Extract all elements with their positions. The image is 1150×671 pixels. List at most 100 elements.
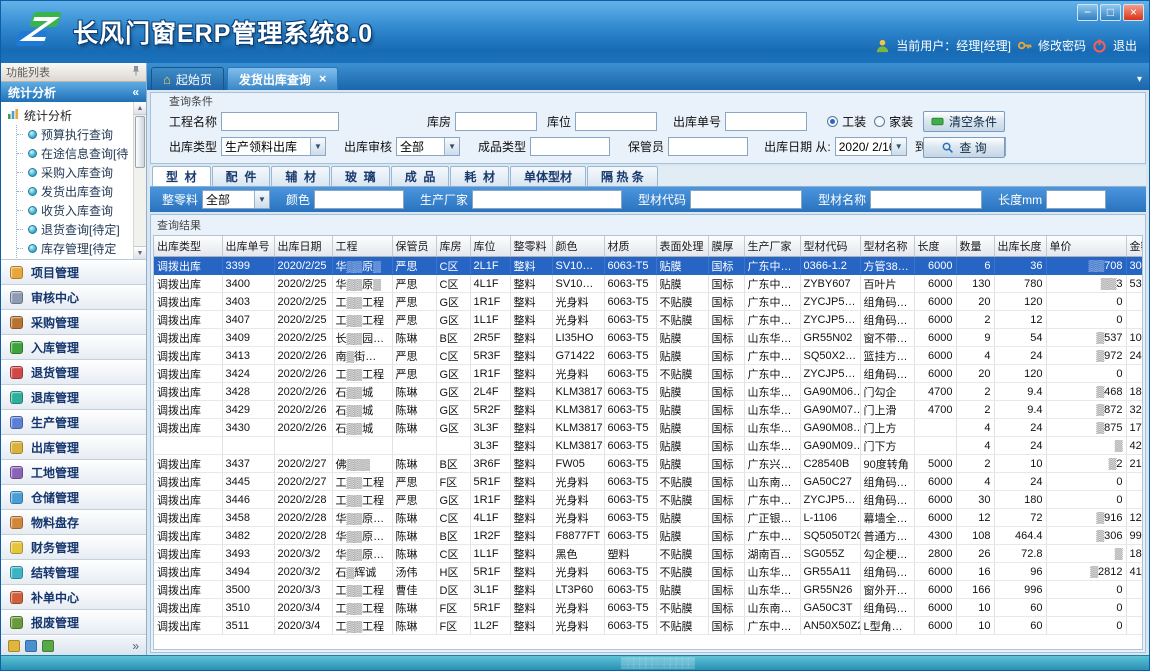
sidebar-item[interactable]: 审核中心 bbox=[1, 285, 146, 310]
tree-item[interactable]: 库存管理[待定 bbox=[17, 239, 131, 258]
order-no-input[interactable] bbox=[725, 112, 807, 131]
location-input[interactable] bbox=[575, 112, 657, 131]
table-row[interactable]: 调拨出库34932020/3/2华▒▒原…陈琳C区1L1F整料黑色塑料不贴膜国标… bbox=[154, 545, 1143, 563]
table-row[interactable]: 调拨出库34372020/2/27佛▒▒▒陈琳B区3R6F整料FW056063-… bbox=[154, 455, 1143, 473]
chart-icon[interactable] bbox=[8, 640, 20, 652]
column-header[interactable]: 工程 bbox=[332, 236, 392, 257]
results-table-scroll[interactable]: 出库类型出库单号出库日期工程保管员库房库位整零料颜色材质表面处理膜厚生产厂家型材… bbox=[153, 235, 1143, 650]
sidebar-item[interactable]: 补单中心 bbox=[1, 585, 146, 610]
material-tab[interactable]: 辅 材 bbox=[271, 166, 330, 186]
material-tab[interactable]: 型 材 bbox=[152, 166, 211, 186]
column-header[interactable]: 出库长度 bbox=[994, 236, 1046, 257]
sidebar-item[interactable]: 仓储管理 bbox=[1, 485, 146, 510]
tree-item[interactable]: 收货入库查询 bbox=[17, 201, 131, 220]
minimize-button[interactable]: − bbox=[1077, 4, 1098, 21]
sidebar-item[interactable]: 物料盘存 bbox=[1, 510, 146, 535]
table-row[interactable]: 调拨出库35002020/3/3工▒▒工程曹佳D区3L1F整料LT3P60606… bbox=[154, 581, 1143, 599]
monitor-icon[interactable] bbox=[25, 640, 37, 652]
change-password-link[interactable]: 修改密码 bbox=[1038, 37, 1086, 54]
chevron-down-icon[interactable]: ▼ bbox=[310, 138, 325, 155]
column-header[interactable]: 生产厂家 bbox=[744, 236, 800, 257]
table-row[interactable]: 调拨出库35112020/3/4工▒▒工程陈琳F区1L2F整料光身料6063-T… bbox=[154, 617, 1143, 635]
table-row[interactable]: 调拨出库34942020/3/2石▒辉诚汤伟H区5R1F整料光身料6063-T5… bbox=[154, 563, 1143, 581]
column-header[interactable]: 出库类型 bbox=[154, 236, 222, 257]
tree-item[interactable]: 退货查询[待定] bbox=[17, 220, 131, 239]
column-header[interactable]: 材质 bbox=[604, 236, 656, 257]
scroll-down-icon[interactable]: ▼ bbox=[134, 246, 146, 259]
material-tab[interactable]: 隔 热 条 bbox=[587, 166, 658, 186]
column-header[interactable]: 金额 bbox=[1126, 236, 1143, 257]
collapse-icon[interactable]: « bbox=[132, 85, 139, 99]
out-type-combo[interactable]: 生产领料出库 ▼ bbox=[221, 137, 326, 156]
tree-item[interactable]: 预算执行查询 bbox=[17, 125, 131, 144]
sidebar-item[interactable]: 生产管理 bbox=[1, 410, 146, 435]
material-tab[interactable]: 耗 材 bbox=[450, 166, 509, 186]
sidebar-section-statistics[interactable]: 统计分析 « bbox=[1, 82, 146, 102]
tree-root[interactable]: 统计分析 bbox=[7, 105, 131, 125]
table-row[interactable]: 调拨出库34002020/2/25华▒▒原▒严思C区4L1F整料SV10…606… bbox=[154, 275, 1143, 293]
table-row[interactable]: 调拨出库34132020/2/26南▒街…严思C区5R3F整料G71422606… bbox=[154, 347, 1143, 365]
tab-close-icon[interactable]: × bbox=[319, 74, 327, 84]
table-row[interactable]: 调拨出库34282020/2/26石▒▒城陈琳G区2L4F整料KLM381760… bbox=[154, 383, 1143, 401]
column-header[interactable]: 型材名称 bbox=[860, 236, 914, 257]
sidebar-item[interactable]: 退货管理 bbox=[1, 360, 146, 385]
table-row[interactable]: 3L3F整料KLM38176063-T5贴膜国标山东华…GA90M09…门下方4… bbox=[154, 437, 1143, 455]
clear-conditions-button[interactable]: 清空条件 bbox=[923, 111, 1005, 132]
sidebar-item[interactable]: 入库管理 bbox=[1, 335, 146, 360]
tab-overflow-icon[interactable]: ▾ bbox=[1137, 74, 1142, 85]
column-header[interactable]: 保管员 bbox=[392, 236, 436, 257]
date-from-picker[interactable]: 2020/ 2/16 ▼ bbox=[835, 137, 907, 156]
column-header[interactable]: 整零料 bbox=[510, 236, 552, 257]
table-row[interactable]: 调拨出库35102020/3/4工▒▒工程陈琳F区5R1F整料光身料6063-T… bbox=[154, 599, 1143, 617]
search-button[interactable]: 查 询 bbox=[923, 137, 1005, 158]
audit-combo[interactable]: 全部 ▼ bbox=[396, 137, 460, 156]
tab-home[interactable]: ⌂起始页 bbox=[151, 67, 224, 90]
material-tab[interactable]: 单体型材 bbox=[510, 166, 586, 186]
sidebar-item[interactable]: 项目管理 bbox=[1, 260, 146, 285]
material-tab[interactable]: 配 件 bbox=[212, 166, 271, 186]
column-header[interactable]: 膜厚 bbox=[708, 236, 744, 257]
table-row[interactable]: 调拨出库34292020/2/26石▒▒城陈琳G区5R2F整料KLM381760… bbox=[154, 401, 1143, 419]
column-header[interactable]: 数量 bbox=[956, 236, 994, 257]
table-row[interactable]: 调拨出库34092020/2/25长▒▒园…陈琳B区2R5F整料LI35HO60… bbox=[154, 329, 1143, 347]
table-row[interactable]: 调拨出库33992020/2/25华▒▒原▒严思C区2L1F整料SV10…606… bbox=[154, 257, 1143, 275]
sidebar-item[interactable]: 退库管理 bbox=[1, 385, 146, 410]
radio-jiazhuang[interactable]: 家装 bbox=[874, 113, 913, 130]
project-name-input[interactable] bbox=[221, 112, 339, 131]
close-button[interactable]: × bbox=[1123, 4, 1144, 21]
warehouse-input[interactable] bbox=[455, 112, 537, 131]
table-row[interactable]: 调拨出库34822020/2/28华▒▒原…陈琳B区1R2F整料F8877FT6… bbox=[154, 527, 1143, 545]
material-tab[interactable]: 成 品 bbox=[391, 166, 450, 186]
sidebar-item[interactable]: 结转管理 bbox=[1, 560, 146, 585]
column-header[interactable]: 出库日期 bbox=[274, 236, 332, 257]
table-row[interactable]: 调拨出库34242020/2/26工▒▒工程严思G区1R1F整料光身料6063-… bbox=[154, 365, 1143, 383]
table-row[interactable]: 调拨出库34452020/2/27工▒▒工程严思F区5R1F整料光身料6063-… bbox=[154, 473, 1143, 491]
manufacturer-input[interactable] bbox=[472, 190, 622, 209]
tree-item[interactable]: 在途信息查询[待 bbox=[17, 144, 131, 163]
table-row[interactable]: 调拨出库34582020/2/28华▒▒原…陈琳C区4L1F整料光身料6063-… bbox=[154, 509, 1143, 527]
column-header[interactable]: 库位 bbox=[470, 236, 510, 257]
tab-shipment-query[interactable]: 发货出库查询× bbox=[227, 67, 339, 90]
table-row[interactable]: 调拨出库34462020/2/28工▒▒工程严思G区1R1F整料光身料6063-… bbox=[154, 491, 1143, 509]
table-row[interactable]: 调拨出库34072020/2/25工▒▒工程严思G区1L1F整料光身料6063-… bbox=[154, 311, 1143, 329]
folder-icon[interactable] bbox=[42, 640, 54, 652]
column-header[interactable]: 长度 bbox=[914, 236, 956, 257]
scrollbar-thumb[interactable] bbox=[135, 116, 145, 168]
keeper-input[interactable] bbox=[668, 137, 748, 156]
profile-code-input[interactable] bbox=[690, 190, 802, 209]
part-combo[interactable]: 全部 ▼ bbox=[202, 190, 270, 209]
table-row[interactable]: 调拨出库34302020/2/26石▒▒城陈琳G区3L3F整料KLM381760… bbox=[154, 419, 1143, 437]
radio-gongzhuang[interactable]: 工装 bbox=[827, 113, 866, 130]
length-input[interactable] bbox=[1046, 190, 1106, 209]
column-header[interactable]: 库房 bbox=[436, 236, 470, 257]
chevron-down-icon[interactable]: ▼ bbox=[891, 138, 906, 155]
tree-item[interactable]: 发货出库查询 bbox=[17, 182, 131, 201]
material-tab[interactable]: 玻 璃 bbox=[331, 166, 390, 186]
chevron-down-icon[interactable]: ▼ bbox=[254, 191, 269, 208]
tree-item[interactable]: 采购入库查询 bbox=[17, 163, 131, 182]
sidebar-item[interactable]: 报废管理 bbox=[1, 610, 146, 635]
logout-link[interactable]: 退出 bbox=[1113, 37, 1137, 54]
sidebar-item[interactable]: 出库管理 bbox=[1, 435, 146, 460]
maximize-button[interactable]: □ bbox=[1100, 4, 1121, 21]
column-header[interactable]: 颜色 bbox=[552, 236, 604, 257]
